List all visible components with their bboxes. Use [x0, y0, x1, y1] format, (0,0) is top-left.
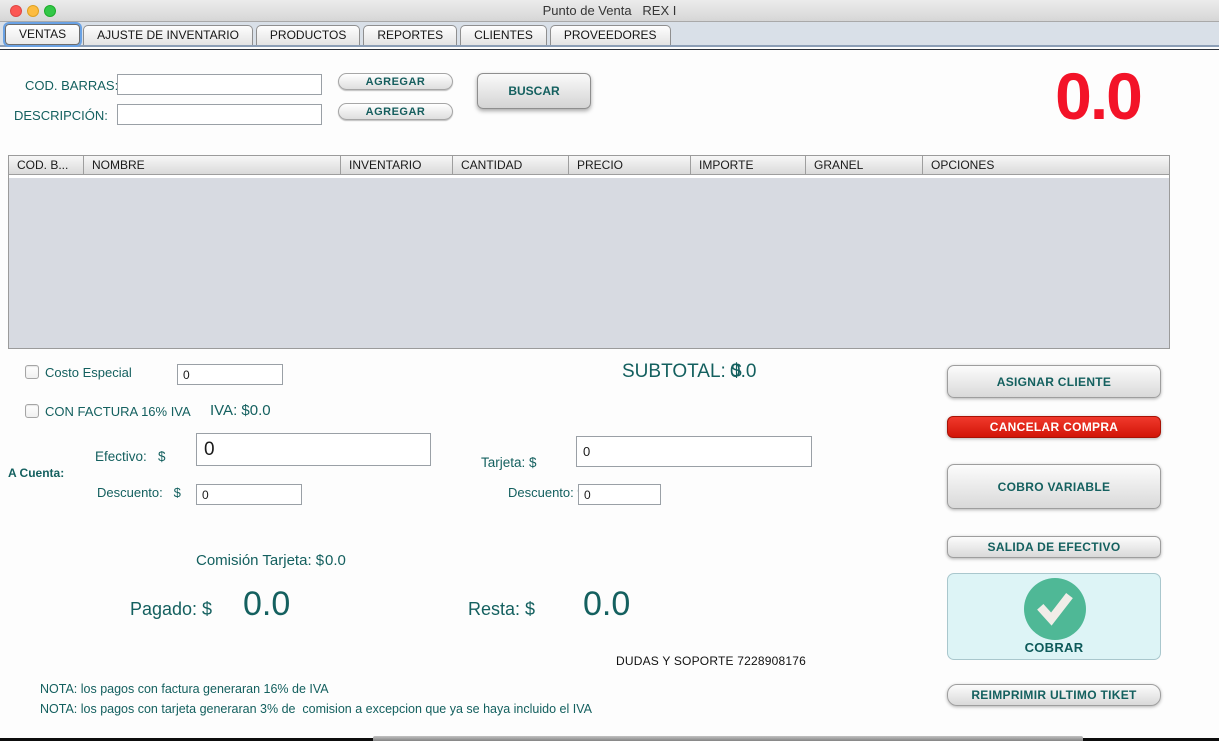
search-button[interactable]: BUSCAR: [477, 73, 591, 109]
on-account-label: A Cuenta:: [8, 466, 64, 480]
reprint-ticket-button[interactable]: REIMPRIMIR ULTIMO TIKET: [947, 684, 1161, 706]
cash-label: Efectivo: $: [95, 449, 166, 464]
special-cost-input[interactable]: [177, 364, 283, 385]
checkmark-icon: [1024, 578, 1086, 640]
titlebar: Punto de Venta REX I: [0, 0, 1219, 22]
col-cantidad[interactable]: CANTIDAD: [453, 156, 569, 174]
barcode-label: COD. BARRAS:: [25, 78, 118, 93]
variable-charge-button[interactable]: COBRO VARIABLE: [947, 464, 1161, 509]
cash-input[interactable]: [196, 433, 431, 466]
add-barcode-button[interactable]: AGREGAR: [338, 73, 453, 90]
special-cost-label: Costo Especial: [45, 365, 132, 380]
assign-client-button[interactable]: ASIGNAR CLIENTE: [947, 365, 1161, 398]
subtotal-label: SUBTOTAL: $: [622, 361, 742, 383]
tab-clientes[interactable]: CLIENTES: [460, 25, 547, 45]
col-inventario[interactable]: INVENTARIO: [341, 156, 453, 174]
cancel-purchase-button[interactable]: CANCELAR COMPRA: [947, 416, 1161, 438]
tab-reportes[interactable]: REPORTES: [363, 25, 457, 45]
invoice-checkbox[interactable]: [25, 404, 39, 418]
tab-strip-underline: [0, 49, 1219, 50]
cash-out-button[interactable]: SALIDA DE EFECTIVO: [947, 536, 1161, 558]
tab-proveedores[interactable]: PROVEEDORES: [550, 25, 671, 45]
note-invoice: NOTA: los pagos con factura generaran 16…: [40, 682, 329, 696]
zoom-icon[interactable]: [44, 5, 56, 17]
card-label: Tarjeta: $: [481, 455, 537, 470]
col-nombre[interactable]: NOMBRE: [84, 156, 341, 174]
discount-amount-input[interactable]: [196, 484, 302, 505]
discount-percent-label: Descuento: %: [508, 485, 589, 500]
col-granel[interactable]: GRANEL: [806, 156, 923, 174]
window-title: Punto de Venta REX I: [543, 3, 677, 18]
col-precio[interactable]: PRECIO: [569, 156, 691, 174]
tab-ajuste-de-inventario[interactable]: AJUSTE DE INVENTARIO: [83, 25, 253, 45]
card-fee-value: 0.0: [325, 552, 346, 569]
paid-label: Pagado: $: [130, 599, 212, 620]
paid-value: 0.0: [243, 585, 290, 624]
col-cod-barras[interactable]: COD. B...: [9, 156, 84, 174]
tabs: VENTAS AJUSTE DE INVENTARIO PRODUCTOS RE…: [5, 24, 674, 45]
remaining-value: 0.0: [583, 585, 630, 624]
discount-amount-label: Descuento: $: [97, 485, 181, 500]
grand-total-display: 0.0: [1028, 58, 1168, 134]
card-fee-label: Comisión Tarjeta: $: [196, 552, 324, 569]
col-importe[interactable]: IMPORTE: [691, 156, 806, 174]
col-opciones[interactable]: OPCIONES: [923, 156, 1169, 174]
remaining-label: Resta: $: [468, 599, 535, 620]
discount-percent-input[interactable]: [578, 484, 661, 505]
description-label: DESCRIPCIÓN:: [14, 108, 108, 123]
items-table-body: [9, 178, 1169, 348]
card-input[interactable]: [576, 436, 812, 467]
iva-value: IVA: $0.0: [210, 402, 271, 419]
special-cost-checkbox[interactable]: [25, 365, 39, 379]
pos-window: Punto de Venta REX I VENTAS AJUSTE DE IN…: [0, 0, 1219, 741]
support-text: DUDAS Y SOPORTE 7228908176: [616, 654, 806, 668]
items-table[interactable]: COD. B... NOMBRE INVENTARIO CANTIDAD PRE…: [8, 155, 1170, 349]
note-card: NOTA: los pagos con tarjeta generaran 3%…: [40, 702, 592, 716]
subtotal-value: 0.0: [730, 361, 756, 383]
close-icon[interactable]: [10, 5, 22, 17]
charge-button-label: COBRAR: [948, 640, 1160, 655]
invoice-label: CON FACTURA 16% IVA: [45, 404, 191, 419]
dock-top-bar[interactable]: [373, 736, 1083, 741]
add-description-button[interactable]: AGREGAR: [338, 103, 453, 120]
tab-productos[interactable]: PRODUCTOS: [256, 25, 360, 45]
charge-button[interactable]: COBRAR: [947, 573, 1161, 660]
minimize-icon[interactable]: [27, 5, 39, 17]
tab-ventas[interactable]: VENTAS: [5, 24, 80, 45]
description-input[interactable]: [117, 104, 322, 125]
items-table-header: COD. B... NOMBRE INVENTARIO CANTIDAD PRE…: [9, 156, 1169, 175]
tab-strip: VENTAS AJUSTE DE INVENTARIO PRODUCTOS RE…: [0, 22, 1219, 47]
barcode-input[interactable]: [117, 74, 322, 95]
